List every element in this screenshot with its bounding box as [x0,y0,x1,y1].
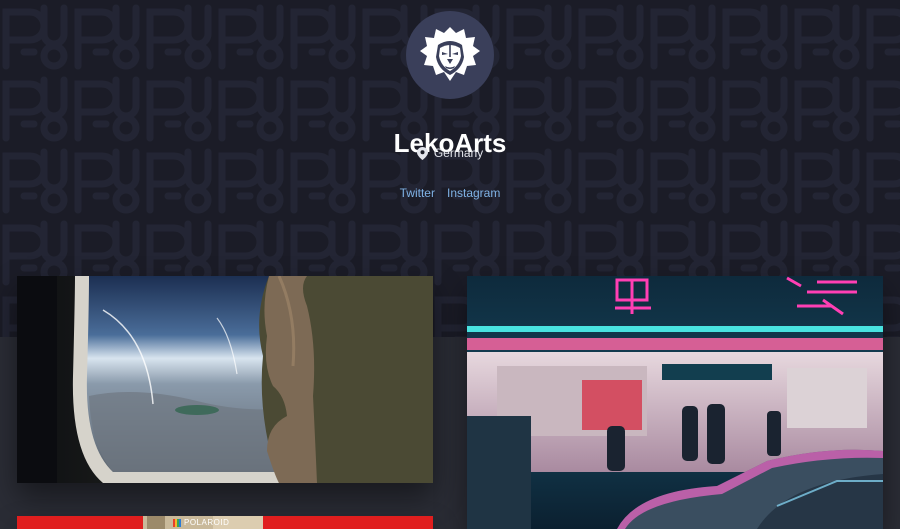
rainbow-stripe-icon [173,518,181,527]
location: Germany [0,145,900,161]
polaroid-brand-text: POLAROID [184,517,230,527]
avatar [406,11,494,99]
lion-head-icon [420,27,480,81]
project-image [17,276,433,483]
instagram-link[interactable]: Instagram [447,185,500,201]
social-links: Twitter Instagram [0,185,900,201]
twitter-link[interactable]: Twitter [400,185,435,201]
location-text: Germany [433,146,484,160]
project-card-airplane[interactable] [17,276,433,483]
map-pin-icon [416,146,428,160]
project-card-polaroid[interactable]: POLAROID [17,516,433,529]
project-card-neon-street[interactable] [467,276,883,529]
project-image [467,276,883,529]
